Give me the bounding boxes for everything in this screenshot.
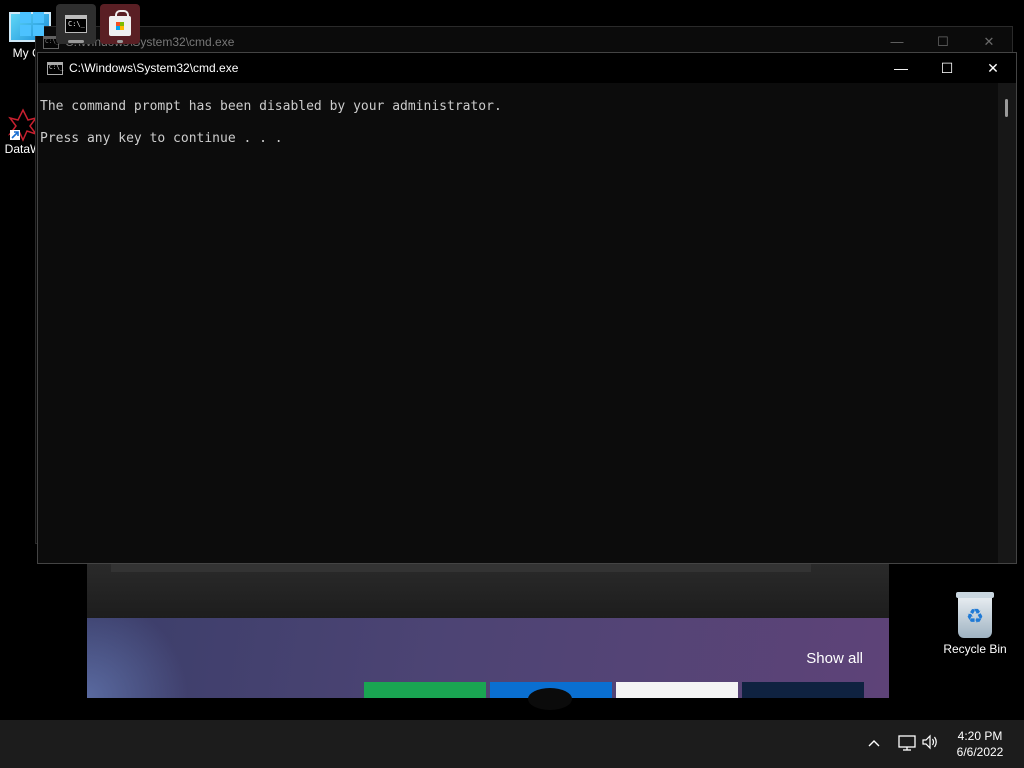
console-output[interactable]: The command prompt has been disabled by …	[38, 83, 998, 563]
active-indicator	[68, 40, 84, 43]
network-icon[interactable]	[898, 735, 916, 751]
app-tile[interactable]	[742, 682, 864, 698]
minimize-button[interactable]: —	[874, 34, 920, 50]
console-line: Press any key to continue . . .	[40, 131, 283, 146]
minimize-button[interactable]: —	[878, 53, 924, 83]
windows-logo-icon	[20, 12, 44, 36]
desktop-icon-recycle-bin[interactable]: ♻ Recycle Bin	[940, 592, 1010, 656]
app-tile[interactable]	[490, 682, 612, 710]
desktop-icon-label: Recycle Bin	[943, 642, 1007, 656]
cmd-window[interactable]: C:\_ C:\Windows\System32\cmd.exe — ☐ ✕ T…	[37, 52, 1017, 564]
window-title: C:\Windows\System32\cmd.exe	[69, 61, 239, 75]
console-line: The command prompt has been disabled by …	[40, 99, 502, 114]
maximize-button[interactable]: ☐	[920, 34, 966, 50]
scrollbar-thumb[interactable]	[1005, 99, 1008, 117]
maximize-button[interactable]: ☐	[924, 53, 970, 83]
app-tile[interactable]	[616, 682, 738, 698]
show-all-link[interactable]: Show all	[806, 650, 863, 667]
volume-icon[interactable]	[921, 734, 939, 754]
start-button[interactable]	[12, 4, 52, 44]
datawrapper-shortcut-icon	[7, 108, 39, 142]
close-button[interactable]: ✕	[966, 34, 1012, 50]
app-tile[interactable]	[364, 682, 486, 698]
clock[interactable]: 4:20 PM 6/6/2022	[946, 728, 1014, 760]
taskbar-cmd-button[interactable]: C:\_	[56, 4, 96, 44]
cmd-icon: C:\_	[65, 15, 87, 33]
cmd-titlebar[interactable]: C:\_ C:\Windows\System32\cmd.exe — ☐ ✕	[38, 53, 1016, 83]
show-hidden-icons-chevron-icon[interactable]	[868, 734, 880, 750]
recycle-bin-icon: ♻	[956, 592, 994, 638]
background-app-strip	[87, 560, 889, 618]
vertical-scrollbar[interactable]	[998, 83, 1016, 563]
store-bag-icon	[109, 10, 131, 36]
taskbar-store-button[interactable]	[100, 4, 140, 44]
clock-date: 6/6/2022	[956, 745, 1004, 759]
active-indicator	[117, 40, 123, 43]
clock-time: 4:20 PM	[957, 729, 1003, 743]
close-button[interactable]: ✕	[970, 53, 1016, 83]
background-app-window: Show all	[87, 560, 889, 710]
cmd-icon: C:\_	[47, 61, 63, 75]
